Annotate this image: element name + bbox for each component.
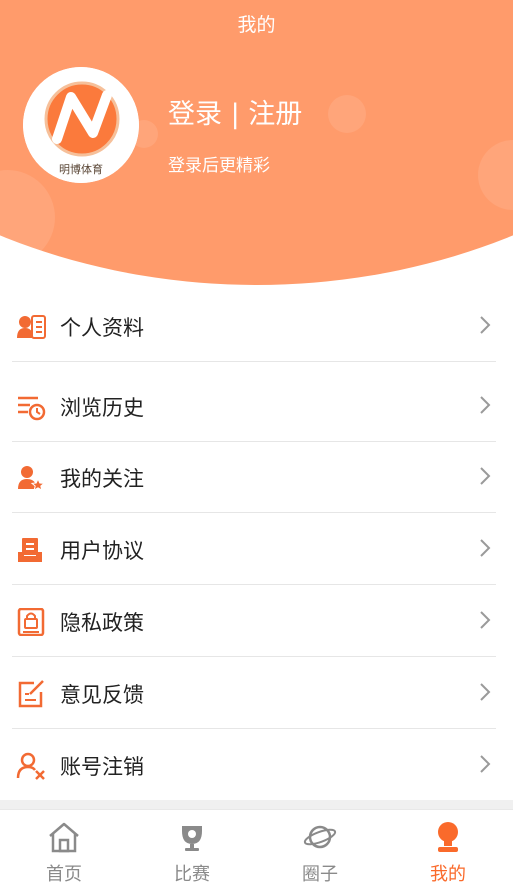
menu-item-profile[interactable]: 个人资料 [12,290,496,362]
tab-circle[interactable]: 圈子 [256,810,384,894]
user-icon [438,822,458,852]
menu-label: 账号注销 [60,755,144,779]
feedback-edit-icon [18,680,44,708]
menu-item-follow[interactable]: 我的关注 [12,441,496,513]
chevron-right-icon [480,539,491,557]
login-subtitle: 登录后更精彩 [168,156,270,176]
menu-label: 浏览历史 [60,396,144,420]
brand-logo-icon: 明博体育 [23,67,139,183]
section-divider [0,800,513,809]
menu-item-account-cancel[interactable]: 账号注销 [12,729,496,800]
tab-label: 比赛 [174,864,210,885]
decor-bubble [328,95,366,133]
avatar[interactable]: 明博体育 [23,67,139,183]
chevron-right-icon [480,755,491,773]
page-title: 我的 [237,14,276,36]
menu-label: 隐私政策 [60,611,144,635]
tab-home[interactable]: 首页 [0,810,128,894]
privacy-lock-icon [17,608,45,636]
history-icon [18,396,46,421]
menu-label: 用户协议 [60,539,144,563]
avatar-brand-text: 明博体育 [59,162,103,176]
menu-label: 个人资料 [60,316,144,340]
login-register-link[interactable]: 登录 | 注册 [168,92,302,131]
follow-star-icon [18,466,46,492]
home-icon [49,822,79,853]
chevron-right-icon [480,611,491,629]
menu-item-privacy[interactable]: 隐私政策 [12,585,496,657]
bottom-tab-bar: 首页 比赛 圈子 我的 [0,809,513,894]
tab-matches[interactable]: 比赛 [128,810,256,894]
menu-label: 我的关注 [60,467,144,491]
account-cancel-icon [16,752,45,780]
chevron-right-icon [480,316,491,334]
chevron-right-icon [480,467,491,485]
agreement-icon [18,538,42,562]
tab-label: 首页 [46,864,82,885]
tab-label: 我的 [430,864,466,885]
tab-mine[interactable]: 我的 [384,810,512,894]
planet-icon [303,825,337,849]
trophy-icon [182,826,202,851]
tab-label: 圈子 [302,864,338,885]
profile-card-icon [17,315,46,339]
chevron-right-icon [480,683,491,701]
menu-item-feedback[interactable]: 意见反馈 [12,657,496,729]
menu-item-agreement[interactable]: 用户协议 [12,513,496,585]
profile-header: 我的 明博体育 登录 | 注册 登录后更精彩 [0,0,513,285]
menu-item-history[interactable]: 浏览历史 [12,370,496,442]
menu-label: 意见反馈 [60,683,144,707]
chevron-right-icon [480,396,491,414]
